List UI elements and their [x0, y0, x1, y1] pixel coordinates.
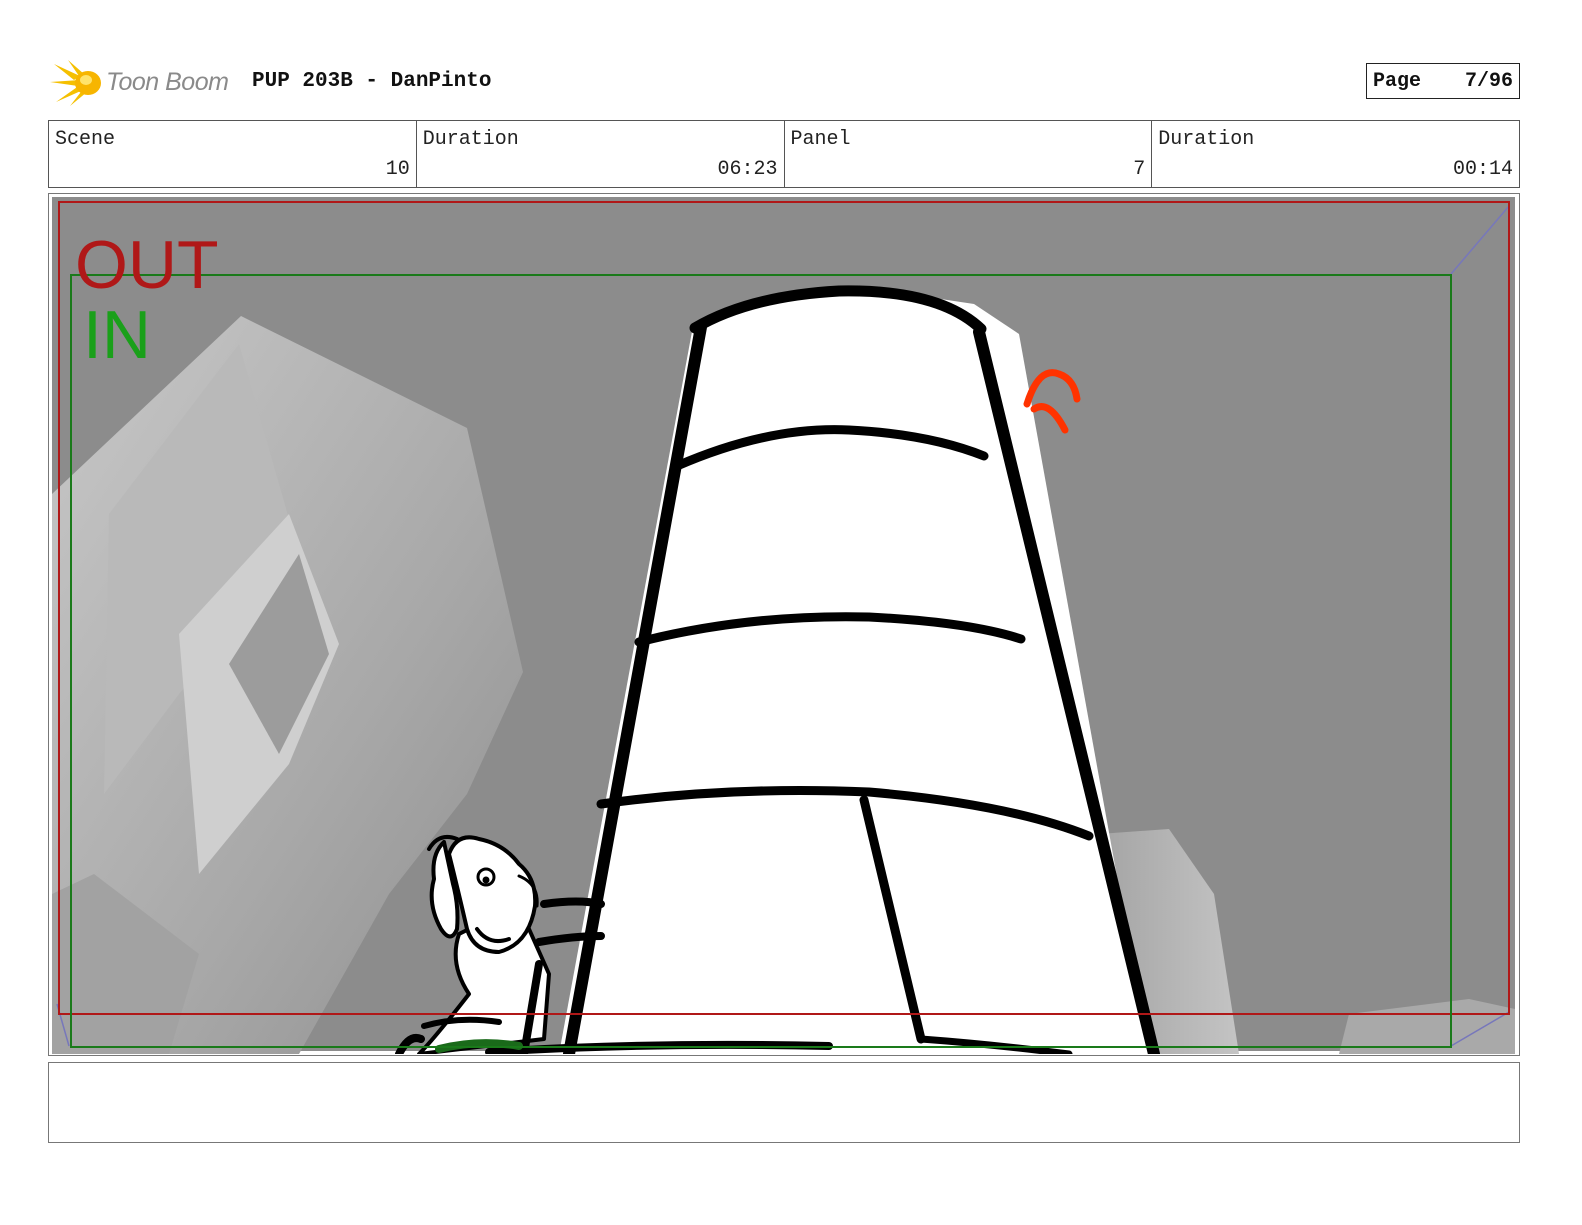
panel-artwork: OUT IN — [52, 197, 1515, 1054]
scene-cell: Scene 10 — [49, 121, 417, 187]
storyboard-panel: OUT IN — [48, 193, 1520, 1056]
panel-duration-label: Duration — [1158, 128, 1255, 151]
logo-text: Toon Boom — [106, 68, 229, 96]
page-indicator: Page 7/96 — [1366, 63, 1520, 99]
toon-boom-logo: Toon Boom — [50, 58, 240, 108]
scene-duration-label: Duration — [422, 128, 519, 151]
panel-notes-box — [48, 1062, 1520, 1143]
scene-duration-cell: Duration 06:23 — [417, 121, 785, 187]
starburst-icon — [50, 60, 101, 106]
out-label: OUT — [75, 227, 219, 303]
panel-cell: Panel 7 — [785, 121, 1153, 187]
in-label: IN — [83, 297, 151, 373]
scene-label: Scene — [55, 128, 116, 151]
panel-value: 7 — [1133, 158, 1146, 181]
page-header: Toon Boom PUP 203B - DanPinto Page 7/96 — [48, 56, 1520, 110]
scene-info-table: Scene 10 Duration 06:23 Panel 7 Duration… — [48, 120, 1520, 188]
scene-duration-value: 06:23 — [717, 158, 778, 181]
panel-duration-value: 00:14 — [1452, 158, 1513, 181]
panel-duration-cell: Duration 00:14 — [1152, 121, 1519, 187]
page-number: 7/96 — [1464, 70, 1513, 93]
project-title: PUP 203B - DanPinto — [252, 70, 492, 93]
panel-label: Panel — [790, 128, 851, 151]
scene-value: 10 — [385, 158, 410, 181]
page-label: Page — [1373, 70, 1422, 93]
